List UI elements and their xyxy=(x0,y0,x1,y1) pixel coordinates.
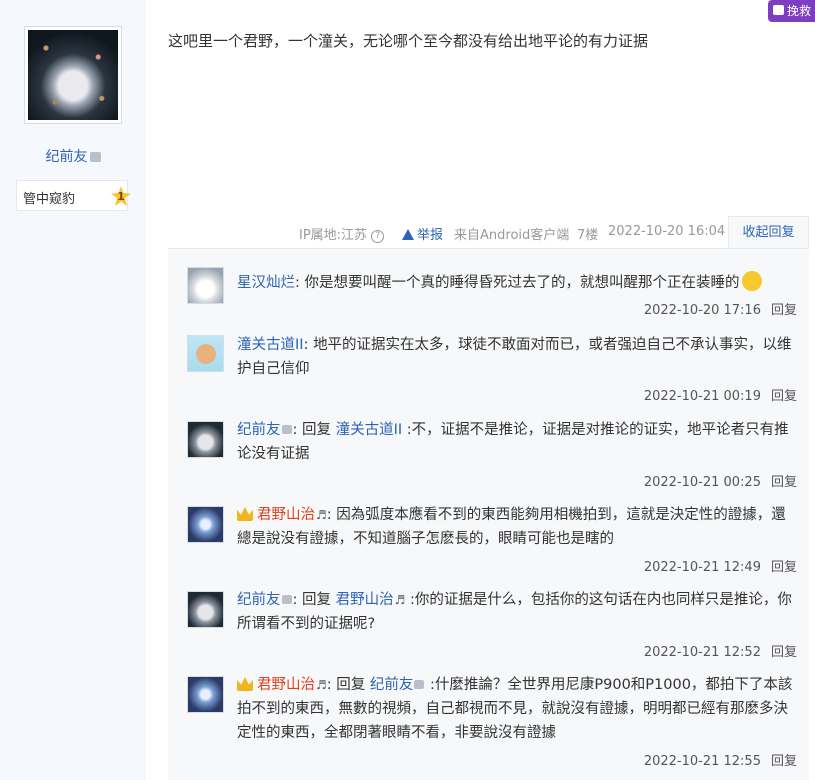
level-name: 管中窥豹 xyxy=(23,192,76,207)
client-source: 来自Android客户端 xyxy=(454,228,570,243)
help-icon[interactable]: ? xyxy=(371,230,385,243)
reply-prefix: 回复 xyxy=(302,422,331,438)
reply-time: 2022-10-21 12:55 xyxy=(643,754,761,769)
reply-button[interactable]: 回复 xyxy=(771,303,797,318)
reply-prefix: 回复 xyxy=(302,592,331,608)
reply-target[interactable]: 潼关古道II xyxy=(336,422,403,438)
reply-body: 潼关古道II: 地平的证据实在太多，球徒不敢面对而已，或者强迫自己不承认事实，以… xyxy=(237,337,792,377)
reply-button[interactable]: 回复 xyxy=(771,475,797,490)
reply-avatar[interactable] xyxy=(187,591,224,628)
reply-button[interactable]: 回复 xyxy=(771,754,797,769)
level-star-icon: 1 xyxy=(111,186,131,206)
user-badge-icon xyxy=(281,595,292,604)
reply-avatar[interactable] xyxy=(187,506,224,543)
vip-crown-icon xyxy=(237,507,253,521)
collapse-replies-button[interactable]: 收起回复 xyxy=(728,216,809,248)
music-note-icon: ♬ xyxy=(316,508,327,522)
post-content: 这吧里一个君野，一个潼关，无论哪个至今都没有给出地平论的有力证据 xyxy=(168,32,649,50)
reply-username[interactable]: 君野山治 xyxy=(257,507,315,523)
reply-target[interactable]: 君野山治 xyxy=(336,592,394,608)
warning-icon xyxy=(402,229,414,240)
report-link[interactable]: 举报 xyxy=(402,224,443,243)
reply-username[interactable]: 潼关古道II xyxy=(237,337,304,353)
reply-username[interactable]: 纪前友 xyxy=(237,422,281,438)
reply-target[interactable]: 纪前友 xyxy=(370,677,414,693)
chat-button[interactable]: 挽救 xyxy=(768,0,815,22)
reply-content: 地平的证据实在太多，球徒不敢面对而已，或者强迫自己不承认事实，以维护自己信仰 xyxy=(237,337,792,377)
reply-username[interactable]: 君野山治 xyxy=(257,677,315,693)
reply-meta: 2022-10-21 12:55 回复 xyxy=(644,750,797,769)
reply-avatar[interactable] xyxy=(187,676,224,713)
chat-icon xyxy=(773,5,784,15)
reply-list: 星汉灿烂: 你是想要叫醒一个真的睡得昏死过去了的，就想叫醒那个正在装睡的 202… xyxy=(168,248,809,780)
reply-meta: 2022-10-21 12:52 回复 xyxy=(644,641,797,660)
reply-avatar[interactable] xyxy=(187,267,224,304)
reply-time: 2022-10-21 00:19 xyxy=(643,389,761,404)
user-badge-icon xyxy=(281,425,292,434)
reply-meta: 2022-10-20 17:16 回复 xyxy=(644,299,797,318)
reply-button[interactable]: 回复 xyxy=(771,645,797,660)
post-time: 2022-10-20 16:04 xyxy=(608,224,726,239)
reply-meta: 2022-10-21 00:25 回复 xyxy=(644,471,797,490)
sleepy-emoji-icon xyxy=(741,271,762,291)
reply-time: 2022-10-21 00:25 xyxy=(643,475,761,490)
cat-avatar-image xyxy=(28,30,118,120)
reply-time: 2022-10-21 12:49 xyxy=(643,560,761,575)
reply-button[interactable]: 回复 xyxy=(771,389,797,404)
reply-button[interactable]: 回复 xyxy=(771,560,797,575)
reply-body: 纪前友: 回复 君野山治♬ :你的证据是什么，包括你的这句话在内也同样只是推论，… xyxy=(237,592,792,632)
reply-content: 你是想要叫醒一个真的睡得昏死过去了的，就想叫醒那个正在装睡的 xyxy=(304,275,740,291)
author-username[interactable]: 纪前友 xyxy=(0,146,146,166)
reply-avatar[interactable] xyxy=(187,421,224,458)
reply-username[interactable]: 纪前友 xyxy=(237,592,281,608)
user-badge-icon xyxy=(414,680,425,689)
reply-meta: 2022-10-21 12:49 回复 xyxy=(644,556,797,575)
ip-location: IP属地:江苏 ? xyxy=(299,224,385,243)
reply-body: 纪前友: 回复 潼关古道II :不，证据不是推论，证据是对推论的证实，地平论者只… xyxy=(237,422,789,462)
report-label: 举报 xyxy=(417,228,444,243)
reply-body: 君野山治♬: 因為弧度本應看不到的東西能夠用相機拍到，這就是決定性的證據，還總是… xyxy=(237,507,786,547)
reply-body: 星汉灿烂: 你是想要叫醒一个真的睡得昏死过去了的，就想叫醒那个正在装睡的 xyxy=(237,271,797,295)
music-note-icon: ♬ xyxy=(394,593,406,607)
floor-number: 7楼 xyxy=(577,228,599,243)
chat-button-label: 挽救 xyxy=(786,4,811,18)
reply-username[interactable]: 星汉灿烂 xyxy=(237,275,295,291)
reply-avatar[interactable] xyxy=(187,335,224,372)
reply-prefix: 回复 xyxy=(336,677,366,693)
author-sidebar: 纪前友 管中窥豹 1 xyxy=(0,0,146,780)
user-badge-icon xyxy=(89,152,101,162)
reply-body: 君野山治♬: 回复 纪前友 :什麼推論？全世界用尼康P900和P1000，都拍下… xyxy=(237,677,793,741)
reply-time: 2022-10-21 12:52 xyxy=(643,645,761,660)
author-avatar[interactable] xyxy=(24,26,122,124)
music-note-icon: ♬ xyxy=(316,678,327,692)
reply-meta: 2022-10-21 00:19 回复 xyxy=(644,385,797,404)
level-badge[interactable]: 管中窥豹 1 xyxy=(16,180,131,211)
author-name[interactable]: 纪前友 xyxy=(46,149,88,165)
vip-crown-icon xyxy=(237,677,253,691)
reply-time: 2022-10-20 17:16 xyxy=(643,303,761,318)
